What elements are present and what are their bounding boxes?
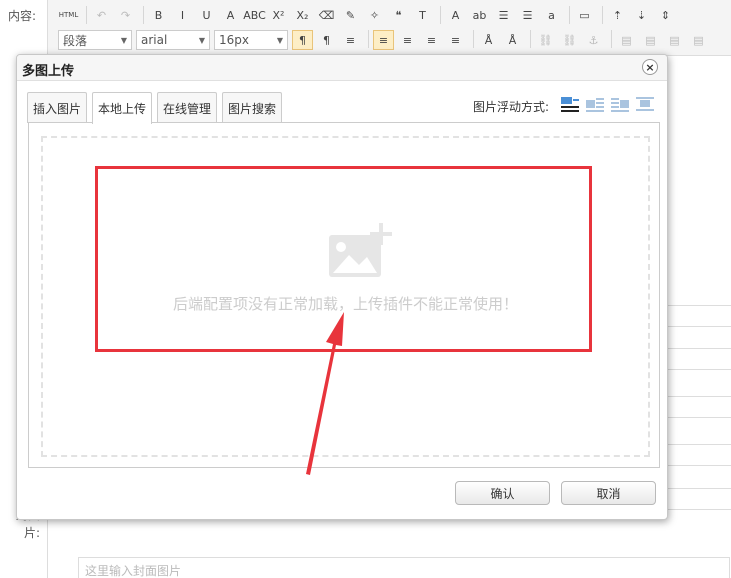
toolbar-row-1: HTML ↶ ↷ B I U A ABC X² X₂ ⌫ ✎ ✧ ❝ T Aab ☰ ☰ a ▭ ⇡ ⇣ ⇕ (58, 4, 679, 26)
chevron-down-icon: ▼ (276, 35, 283, 45)
toolbar-button[interactable]: ↶ (91, 5, 112, 25)
toolbar-button[interactable]: B (148, 5, 169, 25)
toolbar-separator (440, 6, 441, 24)
editor-toolbar: HTML ↶ ↷ B I U A ABC X² X₂ ⌫ ✎ ✧ ❝ T Aab ☰ ☰ a ▭ ⇡ ⇣ ⇕ 段落 ▼ ari… (48, 0, 731, 56)
toolbar-button[interactable]: X² (268, 5, 289, 25)
toolbar-row-2: 段落 ▼ arial ▼ 16px ▼ ¶ ¶ ≡ ≡ ≡ ≡ ≡ Å Å ⛓ ⛓ ⚓ ▤ ▤ ▤ ▤ (58, 29, 712, 51)
paragraph-select[interactable]: 段落 ▼ (58, 30, 132, 50)
toolbar-button[interactable]: ≡ (340, 30, 361, 50)
chevron-down-icon: ▼ (120, 35, 127, 45)
toolbar-button[interactable]: a (541, 5, 562, 25)
toolbar-button[interactable]: ☰ (517, 5, 538, 25)
tab-insert-image[interactable]: 插入图片 (27, 92, 88, 123)
toolbar-button[interactable]: ≡ (421, 30, 442, 50)
toolbar-button[interactable]: ⇣ (631, 5, 652, 25)
toolbar-button[interactable]: ⛓ (535, 30, 556, 50)
toolbar-button[interactable]: ≡ (397, 30, 418, 50)
tab-image-search[interactable]: 图片搜索 (222, 92, 283, 123)
dialog-title: 多图上传 (22, 64, 75, 79)
toolbar-button[interactable]: ☰ (493, 5, 514, 25)
toolbar-button[interactable]: ABC (243, 5, 266, 25)
toolbar-button[interactable]: ▤ (664, 30, 685, 50)
float-mode-label: 图片浮动方式: (473, 100, 550, 114)
font-size-select-value: 16px (219, 33, 249, 47)
float-center-icon[interactable] (634, 96, 656, 114)
toolbar-button[interactable]: ↷ (115, 5, 136, 25)
float-right-icon[interactable] (609, 96, 631, 114)
toolbar-button[interactable]: ≡ (373, 30, 394, 50)
toolbar-separator (368, 30, 369, 48)
tab-online-manage[interactable]: 在线管理 (157, 92, 218, 123)
toolbar-button[interactable]: ▭ (574, 5, 595, 25)
toolbar-button[interactable]: ⌫ (316, 5, 337, 25)
toolbar-button[interactable]: Å (502, 30, 523, 50)
toolbar-separator (143, 6, 144, 24)
dialog-tabs: 插入图片 本地上传 在线管理 图片搜索 (27, 92, 287, 124)
font-select[interactable]: arial ▼ (136, 30, 210, 50)
chevron-down-icon: ▼ (198, 35, 205, 45)
toolbar-button[interactable]: ⛓ (559, 30, 580, 50)
toolbar-button[interactable]: ⚓ (583, 30, 604, 50)
toolbar-button[interactable]: ❝ (388, 5, 409, 25)
toolbar-separator (569, 6, 570, 24)
cover-label-suffix: 片: (23, 526, 40, 540)
toolbar-button[interactable]: ≡ (445, 30, 466, 50)
toolbar-button[interactable]: ab (469, 5, 490, 25)
toolbar-button[interactable]: ⇕ (655, 5, 676, 25)
toolbar-separator (602, 6, 603, 24)
confirm-button[interactable]: 确认 (455, 481, 550, 505)
float-mode-options (559, 96, 659, 114)
toolbar-button[interactable]: Å (478, 30, 499, 50)
toolbar-separator (611, 30, 612, 48)
toolbar-separator (530, 30, 531, 48)
toolbar-row-2-buttons: ¶ ¶ ≡ ≡ ≡ ≡ ≡ Å Å ⛓ ⛓ ⚓ ▤ ▤ ▤ ▤ (292, 30, 712, 50)
toolbar-button[interactable]: A (220, 5, 241, 25)
toolbar-button[interactable]: ✧ (364, 5, 385, 25)
toolbar-button[interactable]: U (196, 5, 217, 25)
toolbar-separator (86, 6, 87, 24)
dialog-titlebar[interactable]: 多图上传 × (17, 55, 667, 81)
float-none-icon[interactable] (559, 96, 581, 114)
toolbar-button[interactable]: ⇡ (607, 5, 628, 25)
toolbar-button[interactable]: ¶ (316, 30, 337, 50)
close-icon[interactable]: × (642, 59, 658, 75)
cancel-button[interactable]: 取消 (561, 481, 656, 505)
toolbar-button[interactable]: X₂ (292, 5, 313, 25)
toolbar-button[interactable]: A (445, 5, 466, 25)
font-select-value: arial (141, 33, 168, 47)
toolbar-button[interactable]: HTML (58, 5, 79, 25)
content-label: 内容: (8, 9, 37, 23)
toolbar-button[interactable]: I (172, 5, 193, 25)
float-left-icon[interactable] (584, 96, 606, 114)
toolbar-button[interactable]: ▤ (688, 30, 709, 50)
toolbar-separator (473, 30, 474, 48)
cover-image-input[interactable]: 这里输入封面图片 (78, 557, 730, 578)
toolbar-button[interactable]: ¶ (292, 30, 313, 50)
annotation-highlight-box (95, 166, 592, 352)
font-size-select[interactable]: 16px ▼ (214, 30, 288, 50)
toolbar-button[interactable]: ✎ (340, 5, 361, 25)
toolbar-button[interactable]: T (412, 5, 433, 25)
toolbar-button[interactable]: ▤ (640, 30, 661, 50)
paragraph-select-value: 段落 (63, 33, 88, 48)
tab-local-upload[interactable]: 本地上传 (92, 92, 153, 124)
toolbar-button[interactable]: ▤ (616, 30, 637, 50)
